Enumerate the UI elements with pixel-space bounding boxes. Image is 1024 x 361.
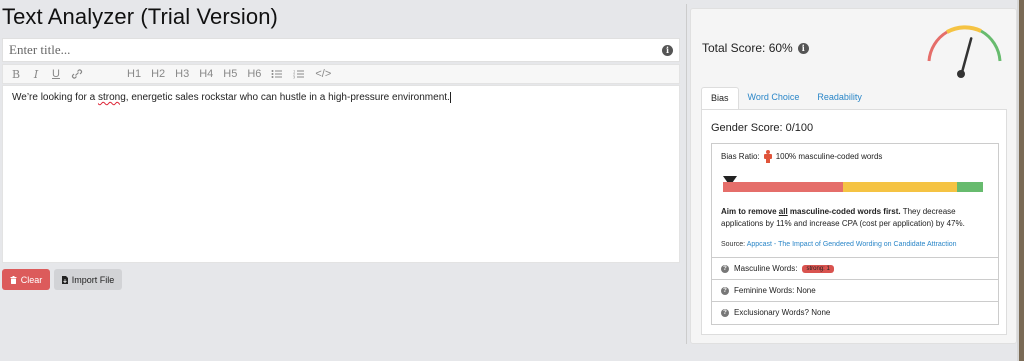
masculine-word-badge[interactable]: strong: 1: [802, 264, 834, 273]
tab-readability[interactable]: Readability: [808, 87, 871, 110]
bias-ratio-value: 100% masculine-coded words: [775, 152, 883, 161]
pane-divider[interactable]: [686, 4, 687, 344]
import-label: Import File: [71, 274, 115, 285]
import-file-button[interactable]: Import File: [54, 269, 122, 290]
analysis-tabs: Bias Word Choice Readability: [701, 87, 871, 110]
total-score-text: Total Score: 60%: [702, 41, 793, 55]
bias-bar: [723, 182, 983, 192]
trash-icon: [10, 275, 17, 284]
feminine-label: Feminine Words: None: [734, 286, 816, 295]
h4-button[interactable]: H4: [199, 68, 213, 80]
info-icon[interactable]: i: [662, 44, 673, 56]
source-link[interactable]: Appcast - The Impact of Gendered Wording…: [747, 241, 957, 248]
app-title: Text Analyzer (Trial Version): [2, 4, 278, 29]
source-line: Source: Appcast - The Impact of Gendered…: [721, 241, 957, 248]
numbered-list-icon[interactable]: 123: [293, 69, 305, 79]
tab-bias[interactable]: Bias: [701, 87, 739, 110]
editor-text-after: , energetic sales rockstar who can hustl…: [125, 92, 450, 104]
exclusionary-label: Exclusionary Words? None: [734, 308, 831, 317]
bold-button[interactable]: B: [11, 68, 21, 81]
source-label: Source:: [721, 241, 746, 248]
exclusionary-words-row[interactable]: ? Exclusionary Words? None: [712, 301, 998, 323]
score-gauge: [927, 25, 1002, 78]
total-score: Total Score: 60% i: [702, 41, 809, 55]
tab-word-choice[interactable]: Word Choice: [739, 87, 809, 110]
highlighted-word[interactable]: strong: [98, 92, 126, 103]
clear-button[interactable]: Clear: [2, 269, 50, 290]
question-icon[interactable]: ?: [721, 264, 729, 273]
aim-message: Aim to remove all masculine-coded words …: [721, 206, 993, 230]
aim-bold-all: all: [778, 207, 788, 216]
bias-bar-green: [956, 182, 983, 192]
title-input[interactable]: Enter title... i: [2, 38, 680, 62]
aim-bold-1: Aim to remove: [721, 207, 779, 216]
editor-toolbar: B I U H1 H2 H3 H4 H5 H6 123 </>: [2, 64, 680, 84]
bias-bar-red: [723, 182, 843, 192]
score-panel: Total Score: 60% i Bias Word Choice Read…: [690, 8, 1017, 344]
title-placeholder: Enter title...: [9, 42, 71, 57]
bias-tab-content: Gender Score: 0/100 Bias Ratio: 100% mas…: [701, 109, 1007, 335]
h6-button[interactable]: H6: [247, 68, 261, 80]
code-button[interactable]: </>: [315, 68, 331, 80]
svg-text:3: 3: [293, 76, 295, 80]
text-caret: [449, 92, 451, 103]
window-edge-dark: [1019, 0, 1024, 361]
question-icon[interactable]: ?: [721, 286, 729, 295]
editor-text-before: We’re looking for a: [12, 92, 98, 104]
bias-details: Bias Ratio: 100% masculine-coded words A…: [711, 143, 999, 325]
bullet-list-icon[interactable]: [271, 69, 283, 79]
editor-content[interactable]: We’re looking for a strong, energetic sa…: [2, 85, 680, 263]
h3-button[interactable]: H3: [175, 68, 189, 80]
bias-ratio: Bias Ratio: 100% masculine-coded words: [721, 150, 882, 163]
file-icon: [61, 275, 68, 284]
h5-button[interactable]: H5: [223, 68, 237, 80]
male-person-icon: [763, 150, 772, 163]
masculine-label: Masculine Words:: [734, 264, 798, 273]
feminine-words-row[interactable]: ? Feminine Words: None: [712, 279, 998, 301]
masculine-words-row[interactable]: ? Masculine Words: strong: 1: [712, 257, 998, 279]
italic-button[interactable]: I: [31, 68, 41, 81]
h2-button[interactable]: H2: [151, 68, 165, 80]
question-icon[interactable]: ?: [721, 308, 729, 317]
underline-button[interactable]: U: [51, 68, 61, 80]
bias-bar-yellow: [842, 182, 957, 192]
info-icon[interactable]: i: [797, 42, 809, 54]
clear-label: Clear: [20, 274, 43, 285]
h1-button[interactable]: H1: [127, 68, 141, 80]
bias-ratio-label: Bias Ratio:: [721, 152, 760, 161]
gender-score: Gender Score: 0/100: [711, 122, 814, 134]
link-icon[interactable]: [71, 69, 83, 79]
aim-bold-2: masculine-coded words first.: [787, 207, 901, 216]
